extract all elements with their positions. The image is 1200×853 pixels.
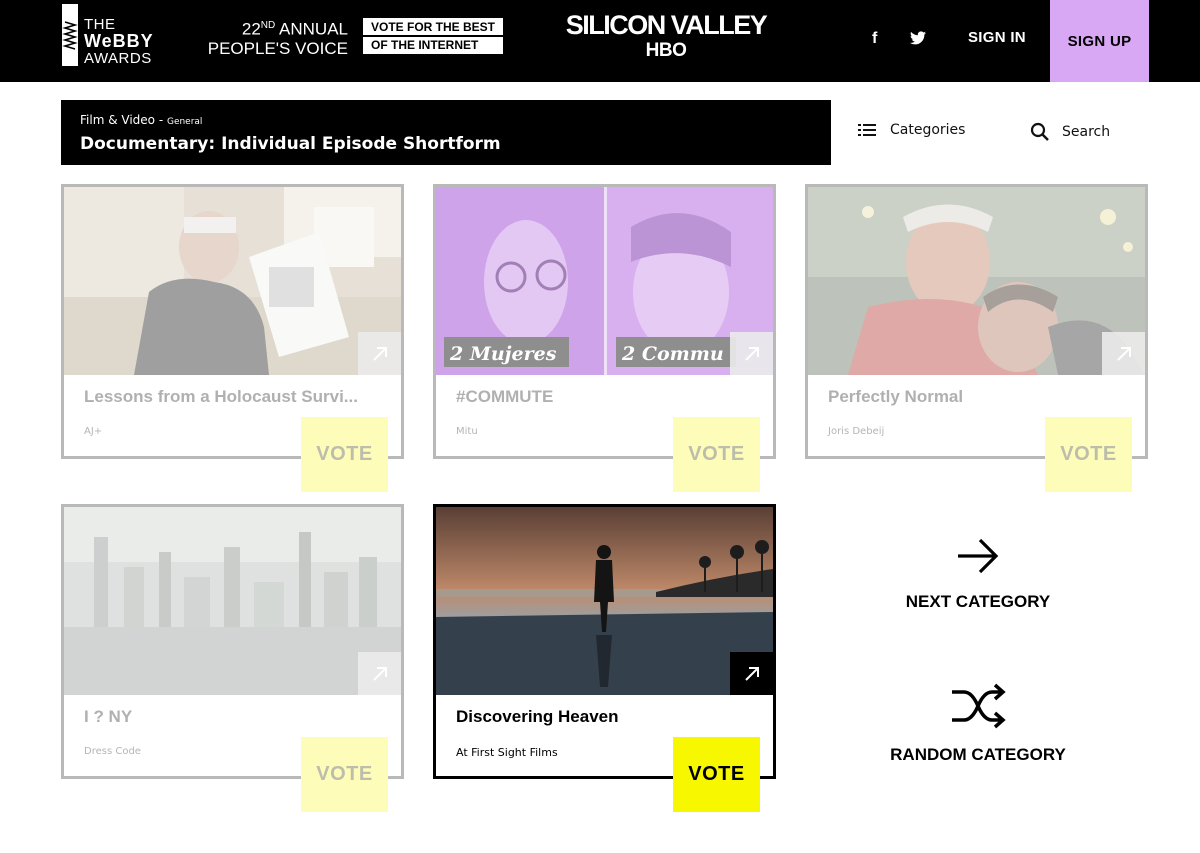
category-header: Film & Video - General Documentary: Indi… <box>61 100 831 165</box>
next-category-label: NEXT CATEGORY <box>905 592 1051 611</box>
entry-title[interactable]: Perfectly Normal <box>828 387 1128 407</box>
entry-card[interactable]: Discovering Heaven At First Sight Films … <box>433 504 776 812</box>
annual-ordinal: 22 <box>241 19 261 39</box>
sponsor-network: HBO <box>645 40 687 61</box>
annual-text: ANNUAL <box>275 19 348 39</box>
entry-organization: AJ+ <box>84 426 103 437</box>
annual-suffix: ND <box>260 20 276 31</box>
vote-button[interactable]: VOTE <box>301 737 388 812</box>
webby-spring-icon <box>62 4 78 66</box>
entry-title[interactable]: Lessons from a Holocaust Survi... <box>84 387 384 407</box>
entry-thumbnail[interactable] <box>64 507 401 695</box>
facebook-icon[interactable]: f <box>872 30 877 48</box>
next-category-link[interactable]: NEXT CATEGORY <box>860 536 1096 612</box>
entry-card[interactable]: Perfectly Normal Joris Debeij VOTE <box>805 184 1148 492</box>
random-category-label: RANDOM CATEGORY <box>890 745 1066 764</box>
categories-button[interactable]: Categories <box>858 122 965 138</box>
search-button[interactable]: Search <box>1030 122 1110 142</box>
category-breadcrumb: Film & Video - General <box>80 113 203 127</box>
thumbnail-fade <box>808 187 1145 375</box>
sign-up-button[interactable]: SIGN UP <box>1050 0 1149 82</box>
entry-card[interactable]: 2 Mujeres 2 Commu #COMMUTE Mitu VOTE <box>433 184 776 492</box>
entry-thumbnail[interactable]: 2 Mujeres 2 Commu <box>436 187 773 375</box>
twitter-icon[interactable] <box>910 31 926 50</box>
list-icon <box>858 124 876 136</box>
vote-button[interactable]: VOTE <box>673 737 760 812</box>
entry-thumbnail[interactable] <box>64 187 401 375</box>
search-label: Search <box>1062 124 1111 140</box>
categories-label: Categories <box>890 122 966 138</box>
category-subgroup: General <box>166 117 203 127</box>
entry-organization: At First Sight Films <box>456 746 558 759</box>
shuffle-icon <box>952 683 1006 729</box>
vote-button[interactable]: VOTE <box>673 417 760 492</box>
external-link-icon[interactable] <box>358 332 401 375</box>
entry-title[interactable]: #COMMUTE <box>456 387 756 407</box>
vote-best-line-1: VOTE FOR THE BEST <box>371 20 496 34</box>
entry-organization: Mitu <box>456 426 478 437</box>
entry-organization: Dress Code <box>84 746 141 757</box>
external-link-icon[interactable] <box>730 332 773 375</box>
category-parent: Film & Video <box>80 113 155 127</box>
peoples-voice-text: PEOPLE'S VOICE <box>207 38 348 58</box>
entry-title[interactable]: Discovering Heaven <box>456 707 756 727</box>
sign-in-link[interactable]: SIGN IN <box>968 29 1026 46</box>
sponsor-logo[interactable]: SILICON VALLEY HBO <box>562 10 770 62</box>
entry-card[interactable]: Lessons from a Holocaust Survi... AJ+ VO… <box>61 184 404 492</box>
top-bar: THE WeBBY AWARDS 22ND ANNUAL PEOPLE'S VO… <box>0 0 1200 82</box>
random-category-link[interactable]: RANDOM CATEGORY <box>860 683 1096 765</box>
vote-button[interactable]: VOTE <box>1045 417 1132 492</box>
entry-organization: Joris Debeij <box>828 426 885 437</box>
external-link-icon[interactable] <box>1102 332 1145 375</box>
arrow-right-icon <box>958 538 999 574</box>
peoples-voice-heading: 22ND ANNUAL PEOPLE'S VOICE <box>202 16 348 58</box>
logo-line-webby: WeBBY <box>84 31 154 51</box>
entry-thumbnail[interactable] <box>436 507 773 695</box>
thumbnail-fade <box>64 187 401 375</box>
category-title: Documentary: Individual Episode Shortfor… <box>80 134 501 154</box>
external-link-icon[interactable] <box>358 652 401 695</box>
entry-card[interactable]: I ? NY Dress Code VOTE <box>61 504 404 812</box>
thumbnail-fade <box>436 187 773 375</box>
vote-button[interactable]: VOTE <box>301 417 388 492</box>
external-link-icon[interactable] <box>730 652 773 695</box>
entry-thumbnail[interactable] <box>808 187 1145 375</box>
sponsor-title: SILICON VALLEY <box>565 10 768 40</box>
search-icon <box>1030 122 1049 141</box>
entry-title[interactable]: I ? NY <box>84 707 384 727</box>
logo-line-awards: AWARDS <box>84 50 152 67</box>
vote-for-best-badge[interactable]: VOTE FOR THE BEST OF THE INTERNET <box>363 18 503 54</box>
webby-awards-logo[interactable]: THE WeBBY AWARDS <box>84 16 154 67</box>
thumbnail-fade <box>64 507 401 695</box>
vote-best-line-2: OF THE INTERNET <box>363 35 503 53</box>
